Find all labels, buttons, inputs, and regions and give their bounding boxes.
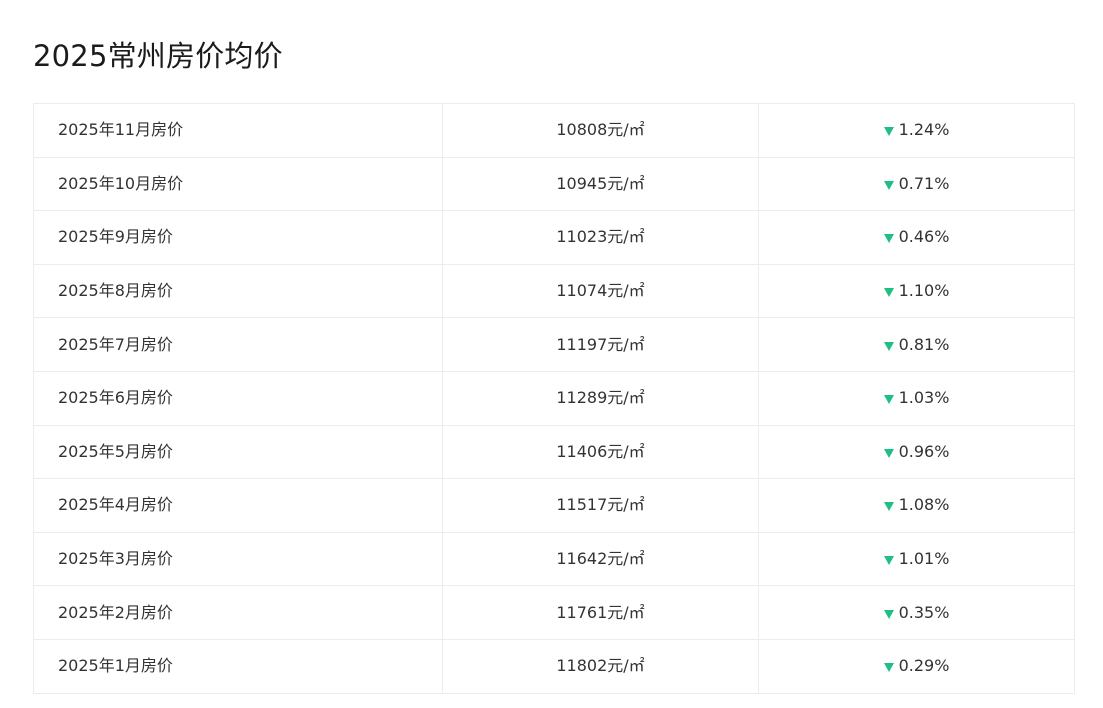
price-cell: 10945元/㎡ [442, 156, 759, 212]
table-row: 2025年3月房价 11642元/㎡ 1.01% [33, 531, 1075, 587]
table-row: 2025年9月房价 11023元/㎡ 0.46% [33, 210, 1075, 265]
change-cell: 1.03% [758, 370, 1075, 426]
change-cell: 1.24% [758, 103, 1075, 158]
table-row: 2025年2月房价 11761元/㎡ 0.35% [33, 585, 1075, 640]
change-cell: 0.35% [758, 585, 1075, 640]
change-value: 0.81% [898, 334, 950, 354]
table-row: 2025年4月房价 11517元/㎡ 1.08% [33, 478, 1075, 533]
change-cell: 0.71% [758, 156, 1075, 212]
price-table-body: 2025年11月房价 10808元/㎡ 1.24% 2025年10月房价 109… [33, 103, 1075, 694]
page-title: 2025常州房价均价 [33, 39, 283, 73]
month-cell: 2025年7月房价 [33, 317, 443, 372]
month-cell: 2025年5月房价 [33, 424, 443, 480]
change-cell: 1.01% [758, 531, 1075, 587]
change-value: 0.96% [898, 441, 950, 461]
change-value: 0.46% [898, 227, 950, 247]
change-cell: 1.10% [758, 263, 1075, 319]
month-cell: 2025年11月房价 [33, 103, 443, 158]
price-cell: 11406元/㎡ [442, 424, 759, 480]
down-arrow-icon [883, 234, 894, 244]
change-cell: 0.29% [758, 638, 1075, 694]
down-arrow-icon [883, 502, 894, 512]
down-arrow-icon [883, 609, 894, 619]
change-value: 0.71% [898, 173, 950, 193]
change-value: 1.24% [898, 120, 950, 140]
change-cell: 1.08% [758, 478, 1075, 533]
table-row: 2025年6月房价 11289元/㎡ 1.03% [33, 370, 1075, 426]
down-arrow-icon [883, 288, 894, 298]
table-row: 2025年1月房价 11802元/㎡ 0.29% [33, 638, 1075, 694]
month-cell: 2025年6月房价 [33, 370, 443, 426]
price-table: 2025年11月房价 10808元/㎡ 1.24% 2025年10月房价 109… [33, 103, 1075, 694]
price-cell: 11197元/㎡ [442, 317, 759, 372]
table-row: 2025年5月房价 11406元/㎡ 0.96% [33, 424, 1075, 480]
month-cell: 2025年8月房价 [33, 263, 443, 319]
table-row: 2025年11月房价 10808元/㎡ 1.24% [33, 103, 1075, 158]
down-arrow-icon [883, 395, 894, 405]
table-row: 2025年8月房价 11074元/㎡ 1.10% [33, 263, 1075, 319]
change-cell: 0.81% [758, 317, 1075, 372]
price-cell: 11517元/㎡ [442, 478, 759, 533]
price-cell: 10808元/㎡ [442, 103, 759, 158]
price-cell: 11802元/㎡ [442, 638, 759, 694]
change-value: 1.08% [898, 495, 950, 515]
month-cell: 2025年2月房价 [33, 585, 443, 640]
change-value: 1.01% [898, 549, 950, 569]
down-arrow-icon [883, 180, 894, 190]
change-value: 0.29% [898, 656, 950, 676]
down-arrow-icon [883, 663, 894, 673]
month-cell: 2025年4月房价 [33, 478, 443, 533]
change-cell: 0.96% [758, 424, 1075, 480]
down-arrow-icon [883, 341, 894, 351]
down-arrow-icon [883, 127, 894, 137]
month-cell: 2025年10月房价 [33, 156, 443, 212]
table-row: 2025年10月房价 10945元/㎡ 0.71% [33, 156, 1075, 212]
price-cell: 11761元/㎡ [442, 585, 759, 640]
price-cell: 11289元/㎡ [442, 370, 759, 426]
month-cell: 2025年9月房价 [33, 210, 443, 265]
change-value: 1.10% [898, 281, 950, 301]
price-cell: 11642元/㎡ [442, 531, 759, 587]
page: 2025常州房价均价 2025年11月房价 10808元/㎡ 1.24% 202… [0, 0, 1103, 708]
month-cell: 2025年1月房价 [33, 638, 443, 694]
price-cell: 11023元/㎡ [442, 210, 759, 265]
down-arrow-icon [883, 556, 894, 566]
month-cell: 2025年3月房价 [33, 531, 443, 587]
change-value: 1.03% [898, 388, 950, 408]
change-value: 0.35% [898, 602, 950, 622]
down-arrow-icon [883, 448, 894, 458]
price-cell: 11074元/㎡ [442, 263, 759, 319]
change-cell: 0.46% [758, 210, 1075, 265]
table-row: 2025年7月房价 11197元/㎡ 0.81% [33, 317, 1075, 372]
